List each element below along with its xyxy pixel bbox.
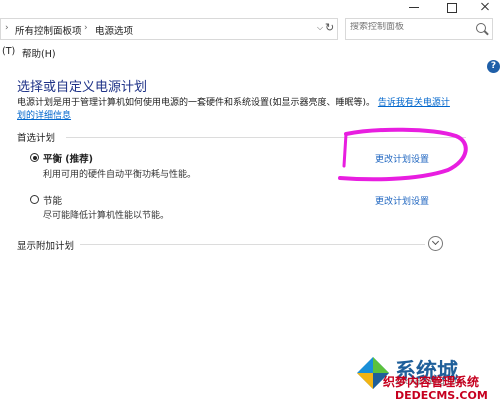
menu-item-tools[interactable]: (T) xyxy=(2,46,15,57)
watermark-red-url: DEDECMS.COM xyxy=(395,389,488,402)
plan-desc-power-saver: 尽可能降低计算机性能以节能。 xyxy=(43,211,170,221)
radio-power-saver[interactable] xyxy=(30,195,39,204)
search-icon[interactable] xyxy=(476,23,486,33)
address-bar: › 所有控制面板项 › 电源选项 ⌵ ↻ xyxy=(0,18,500,40)
radio-balanced[interactable] xyxy=(30,153,39,162)
refresh-icon[interactable]: ↻ xyxy=(325,21,334,34)
maximize-icon[interactable] xyxy=(437,0,467,14)
divider xyxy=(80,244,425,245)
chevron-down-icon[interactable]: ⌵ xyxy=(317,23,323,33)
breadcrumb[interactable]: › 所有控制面板项 › 电源选项 ⌵ ↻ xyxy=(0,18,338,40)
chevron-right-icon: › xyxy=(5,23,9,33)
search-input[interactable] xyxy=(350,22,468,32)
show-additional-plans-header[interactable]: 显示附加计划 xyxy=(17,238,74,252)
preferred-plans-header: 首选计划 xyxy=(17,133,56,144)
plan-name-balanced[interactable]: 平衡 (推荐) xyxy=(43,151,93,165)
plan-name-power-saver[interactable]: 节能 xyxy=(43,193,62,207)
watermark-red-text: 织梦内容管理系统 xyxy=(383,375,480,389)
chevron-right-icon: › xyxy=(84,23,88,33)
description-text: 电源计划是用于管理计算机如何使用电源的一套硬件和系统设置(如显示器亮度、睡眠等)… xyxy=(17,98,376,108)
help-icon[interactable]: ? xyxy=(487,60,500,73)
breadcrumb-item-power-options[interactable]: 电源选项 xyxy=(95,23,133,37)
page-title: 选择或自定义电源计划 xyxy=(17,80,148,95)
watermark: 系统城 xitongcheng.com 织梦内容管理系统 DEDECMS.COM xyxy=(355,355,500,410)
page-description: 电源计划是用于管理计算机如何使用电源的一套硬件和系统设置(如显示器亮度、睡眠等)… xyxy=(17,97,457,123)
minimize-icon[interactable] xyxy=(399,0,429,14)
search-box[interactable] xyxy=(345,18,493,40)
title-bar xyxy=(0,0,500,14)
breadcrumb-item-all-control-panel[interactable]: 所有控制面板项 xyxy=(15,23,82,37)
menu-item-help[interactable]: 帮助(H) xyxy=(22,46,56,60)
change-plan-settings-link-power-saver[interactable]: 更改计划设置 xyxy=(375,194,429,207)
annotation-circle xyxy=(338,127,468,182)
plan-desc-balanced: 利用可用的硬件自动平衡功耗与性能。 xyxy=(43,170,197,180)
expand-chevron-icon[interactable] xyxy=(428,236,443,251)
close-icon[interactable] xyxy=(470,0,500,14)
